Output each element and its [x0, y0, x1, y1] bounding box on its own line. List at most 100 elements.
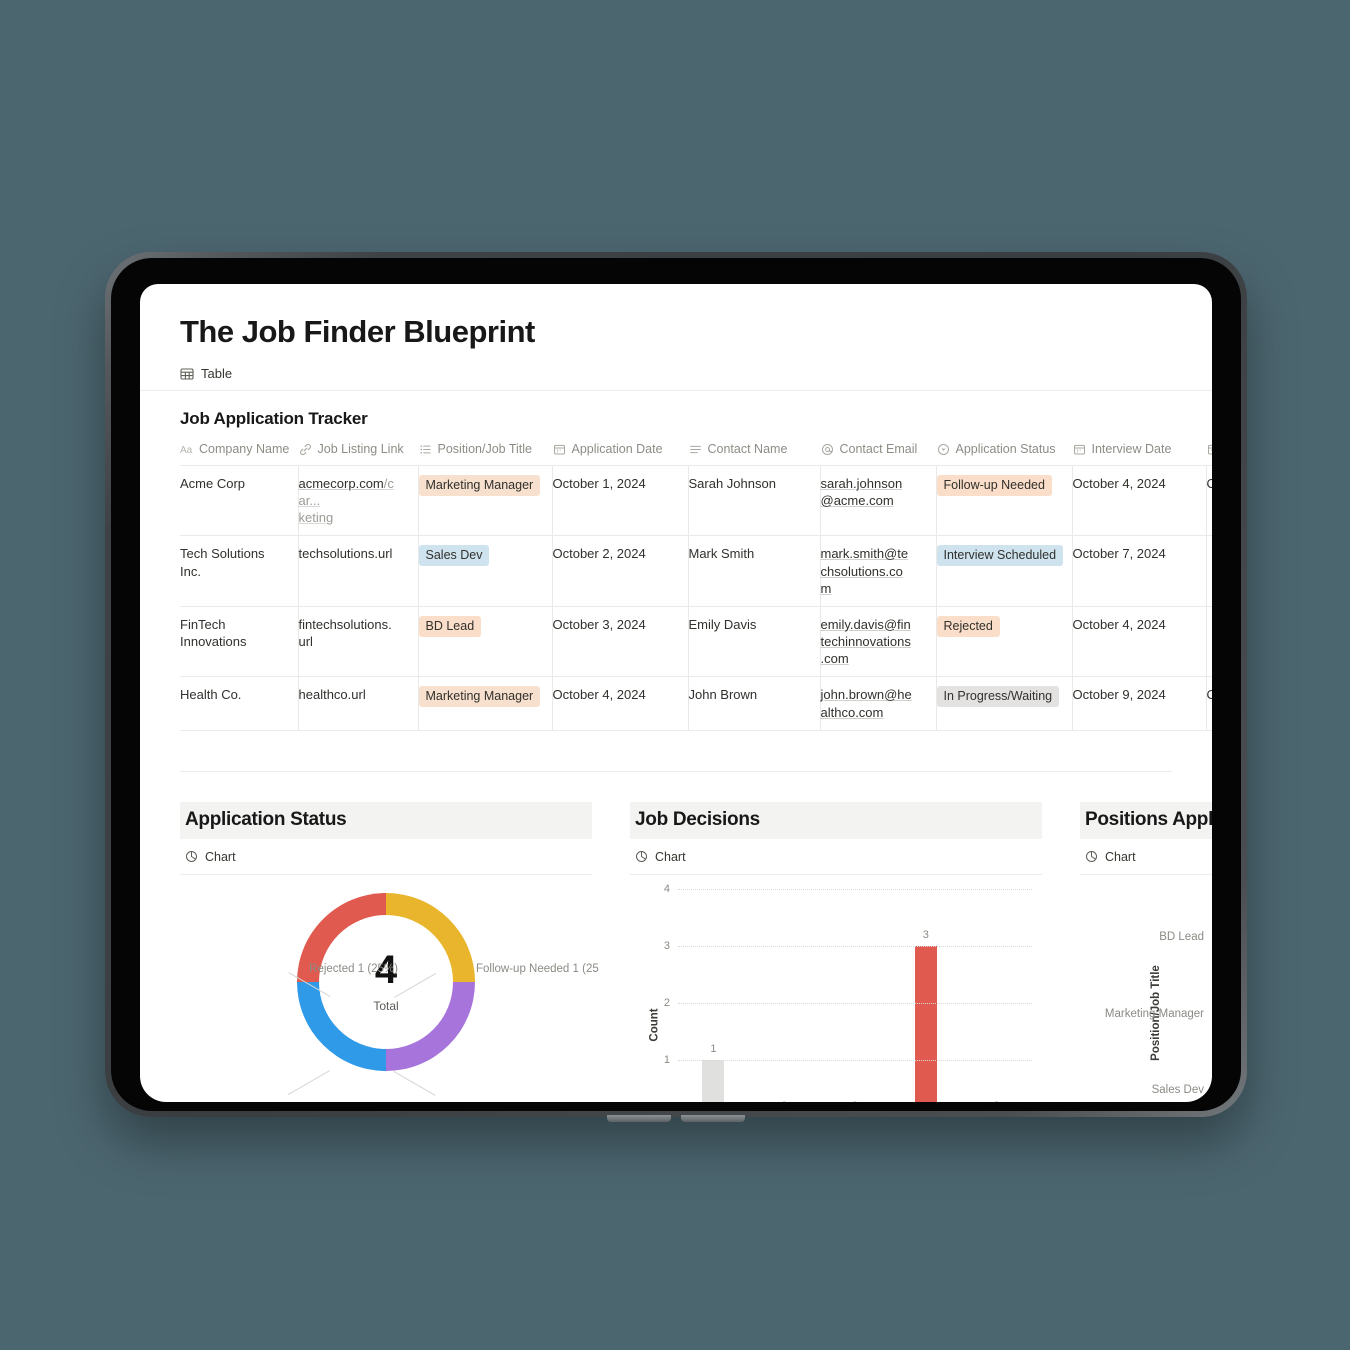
bar-slot[interactable]: 0Offer Acce... [749, 889, 820, 1102]
cell-interview-date[interactable]: October 9, 2024 [1072, 676, 1207, 731]
cell-followup-date[interactable] [1206, 535, 1212, 607]
y-tick-label: Marketing Manager [1104, 1007, 1204, 1020]
table-row[interactable]: Acme Corp acmecorp.com/car... keting Mar… [180, 465, 1212, 537]
cell-contact-email[interactable]: mark.smith@techsolutions.com [820, 535, 937, 607]
column-header-application-status[interactable]: Application Status [936, 438, 1072, 466]
bars-container: 1No Offer0Offer Acce...0Offer Decli...3O… [678, 889, 1032, 1102]
chart-title: Application Status [180, 801, 592, 839]
column-header-contact-email[interactable]: Contact Email [820, 438, 936, 466]
application-date-text: October 3, 2024 [552, 616, 646, 632]
cell-company-name[interactable]: Health Co. [180, 676, 299, 731]
notion-page: The Job Finder Blueprint Table Job Appli… [140, 284, 1212, 1102]
followup-date-text: October 1 [1206, 687, 1213, 703]
cell-position[interactable]: Marketing Manager [418, 465, 553, 537]
cell-application-status[interactable]: In Progress/Waiting [936, 676, 1073, 731]
chart-title: Job Decisions [630, 801, 1042, 839]
cell-position[interactable]: Marketing Manager [418, 676, 553, 731]
bar-slot[interactable]: 0Offer Decli... [820, 889, 891, 1102]
tablet-device: The Job Finder Blueprint Table Job Appli… [105, 252, 1247, 1122]
cell-contact-name[interactable]: Mark Smith [688, 535, 821, 607]
bar-value-label: 0 [781, 1100, 787, 1102]
cell-job-listing-link[interactable]: techsolutions.url [298, 535, 419, 607]
y-tick-label: 4 [663, 882, 670, 895]
cell-contact-name[interactable]: Emily Davis [688, 606, 821, 678]
column-header-interview-date[interactable]: Interview Date [1072, 438, 1206, 466]
cell-job-listing-link[interactable]: healthco.url [298, 676, 419, 731]
table-header-row: Aa Company Name Job Listing Link Positio… [180, 438, 1212, 466]
cell-job-listing-link[interactable]: acmecorp.com/car... keting [298, 465, 419, 537]
column-header-label: Company Name [199, 442, 290, 456]
cell-interview-date[interactable]: October 7, 2024 [1072, 535, 1207, 607]
cell-company-name[interactable]: Acme Corp [180, 465, 299, 537]
cell-application-date[interactable]: October 2, 2024 [552, 535, 689, 607]
column-header-contact-name[interactable]: Contact Name [688, 438, 820, 466]
bar-slot[interactable]: 0No Decisio... [961, 889, 1032, 1102]
column-header-label: Interview Date [1091, 442, 1172, 456]
chart-view-label: Chart [205, 849, 236, 864]
donut-slice-label-rejected: Rejected 1 (25%) [309, 962, 398, 975]
donut-chart[interactable]: 4 Total Follow-up Needed 1 (25 Rejected … [180, 875, 599, 1102]
y-tick-label: 1 [663, 1053, 670, 1066]
position-tag: Marketing Manager [418, 686, 541, 708]
cell-application-date[interactable]: October 3, 2024 [552, 606, 689, 678]
grid-line [678, 888, 1032, 890]
y-tick-label: Sales Dev [1151, 1084, 1204, 1097]
column-header-position-job-title[interactable]: Position/Job Title [418, 438, 552, 466]
link-main-text: acmecorp.com [298, 476, 384, 491]
column-header-application-date[interactable]: Application Date [552, 438, 688, 466]
cell-contact-email[interactable]: john.brown@healthco.com [820, 676, 937, 731]
cell-followup-date[interactable]: October 1 [1206, 465, 1212, 537]
cell-company-name[interactable]: FinTech Innovations [180, 606, 299, 678]
cell-followup-date[interactable] [1206, 606, 1212, 678]
column-header-followup-date[interactable]: Follow [1206, 438, 1212, 466]
column-header-label: Job Listing Link [317, 442, 404, 456]
cell-application-status[interactable]: Rejected [936, 606, 1073, 678]
speaker-grill [607, 1115, 745, 1122]
cell-interview-date[interactable]: October 4, 2024 [1072, 465, 1207, 537]
calendar-icon [553, 443, 566, 456]
cell-application-status[interactable]: Follow-up Needed [936, 465, 1073, 537]
table-row[interactable]: Health Co. healthco.url Marketing Manage… [180, 676, 1213, 731]
view-tab-table[interactable]: Table [140, 350, 1212, 391]
vertical-bar-chart[interactable]: Count 1No Offer0Offer Acce...0Offer Decl… [630, 875, 1042, 1102]
contact-name-text: Sarah Johnson [688, 476, 776, 491]
application-date-text: October 4, 2024 [552, 687, 646, 703]
bar-slot[interactable]: 3Offer Pendi... [890, 889, 961, 1102]
position-tag: BD Lead [418, 615, 482, 637]
cell-contact-email[interactable]: emily.davis@fintechinnovations.com [820, 606, 937, 678]
calendar-icon [1073, 443, 1086, 456]
cell-position[interactable]: BD Lead [418, 606, 553, 678]
cell-contact-name[interactable]: John Brown [688, 676, 821, 731]
cell-contact-email[interactable]: sarah.johnson@acme.com [820, 465, 937, 537]
chart-view-tab[interactable]: Chart [630, 839, 1042, 875]
y-axis-label: Count [648, 1008, 661, 1042]
table-row[interactable]: Tech Solutions Inc. techsolutions.url Sa… [180, 535, 1212, 607]
column-header-company-name[interactable]: Aa Company Name [180, 438, 298, 466]
y-tick-label: 3 [663, 939, 670, 952]
bar-slot[interactable]: 1No Offer [678, 889, 749, 1102]
cell-position[interactable]: Sales Dev [418, 535, 553, 607]
chart-view-tab[interactable]: Chart [180, 839, 592, 875]
cell-application-date[interactable]: October 4, 2024 [552, 676, 689, 731]
bar[interactable] [914, 945, 937, 1102]
table-row[interactable]: FinTech Innovations fintechsolutions.url… [180, 606, 1212, 678]
bar[interactable] [702, 1059, 725, 1102]
column-header-job-listing-link[interactable]: Job Listing Link [298, 438, 418, 466]
donut-ring[interactable]: 4 Total [297, 892, 475, 1071]
multi-select-icon [419, 443, 432, 456]
cell-application-date[interactable]: October 1, 2024 [552, 465, 689, 537]
calendar-icon [1207, 443, 1212, 456]
cell-interview-date[interactable]: October 4, 2024 [1072, 606, 1207, 678]
horizontal-bar-chart[interactable]: Position/Job Title BD Lead Marketing Mana… [1080, 875, 1212, 1102]
chart-view-tab[interactable]: Chart [1080, 839, 1212, 875]
cell-application-status[interactable]: Interview Scheduled [936, 535, 1073, 607]
cell-contact-name[interactable]: Sarah Johnson [688, 465, 821, 537]
charts-row: Application Status Chart 4 Total Follow-… [140, 772, 1212, 1102]
column-header-label: Contact Name [707, 442, 788, 456]
cell-job-listing-link[interactable]: fintechsolutions.url [298, 606, 419, 678]
chart-block-application-status: Application Status Chart 4 Total Follow-… [180, 801, 599, 1102]
chart-view-label: Chart [1105, 849, 1136, 864]
column-header-label: Application Status [955, 442, 1056, 456]
cell-company-name[interactable]: Tech Solutions Inc. [180, 535, 299, 607]
cell-followup-date[interactable]: October 1 [1206, 676, 1213, 731]
